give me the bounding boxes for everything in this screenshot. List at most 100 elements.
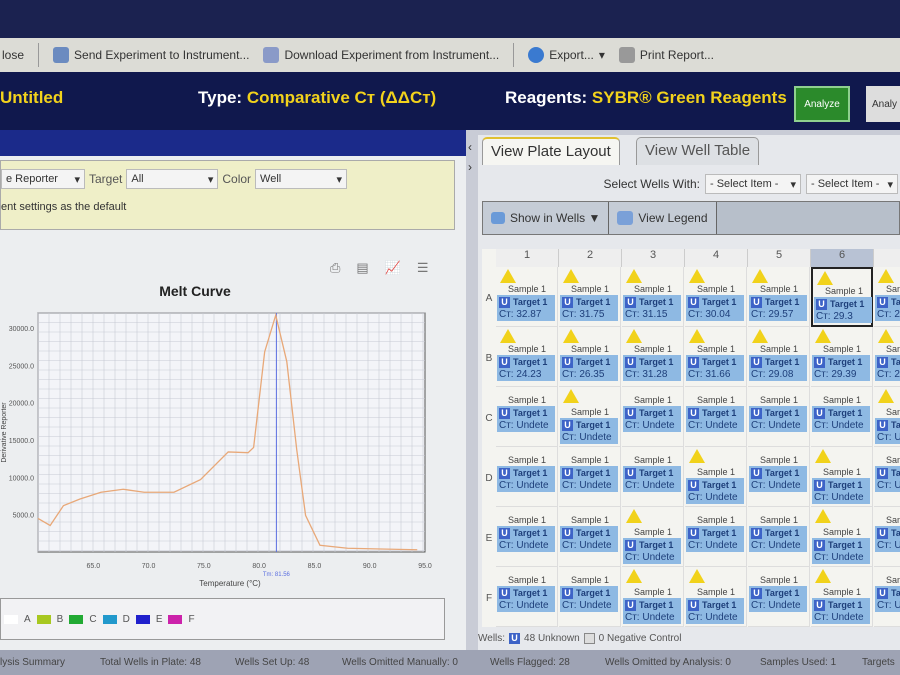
- sample-name: Sample 1: [885, 407, 900, 417]
- ct-value: Cт: 26.35: [562, 369, 605, 380]
- well[interactable]: Sample 1 UTarget 1 Cт: Undete: [559, 567, 621, 627]
- legend-label: F: [188, 613, 195, 625]
- export-label: Export...: [549, 48, 594, 62]
- export-button[interactable]: Export... ▾: [528, 47, 605, 63]
- print-report-button[interactable]: Print Report...: [618, 47, 714, 63]
- column-header[interactable]: 3: [622, 249, 685, 267]
- send-experiment-button[interactable]: Send Experiment to Instrument...: [53, 47, 249, 63]
- well[interactable]: Sample 1 UTarget 1 Cт: Undete: [874, 507, 900, 567]
- well[interactable]: Sample 1 U Target 1 Cт: 31.75: [559, 267, 621, 327]
- sample-name: Sample 1: [696, 344, 736, 354]
- negative-count: 0 Negative Control: [598, 633, 682, 644]
- row-header[interactable]: D: [482, 473, 496, 484]
- well[interactable]: Sample 1 UTarget 1 Cт: Undete: [622, 447, 684, 507]
- well[interactable]: Sample 1 UTarget 1 Cт: Undete: [496, 507, 558, 567]
- well[interactable]: Sample 1 UTarget 1 Cт: 29.4: [874, 327, 900, 387]
- unknown-task-icon: U: [625, 357, 636, 368]
- expand-right-icon[interactable]: ›: [468, 160, 472, 174]
- column-header[interactable]: 7: [874, 249, 900, 267]
- dropdown-arrow-icon[interactable]: ▾: [599, 48, 605, 62]
- column-header[interactable]: 5: [748, 249, 811, 267]
- well[interactable]: Sample 1 UTarget 1 Cт: Undete: [811, 507, 873, 567]
- analyze-button[interactable]: Analyze: [794, 86, 850, 122]
- save-default-link[interactable]: ent settings as the default: [1, 201, 454, 213]
- target-name: Target 1: [513, 468, 548, 478]
- row-header[interactable]: F: [482, 593, 496, 604]
- well[interactable]: Sample 1 UTarget 1 Cт: Undete: [622, 387, 684, 447]
- well[interactable]: Sample 1 UTarget 1 Cт: Undete: [748, 387, 810, 447]
- column-header[interactable]: 1: [496, 249, 559, 267]
- well[interactable]: Sample 1 U Target 1 Cт: 24.23: [496, 327, 558, 387]
- well[interactable]: Sample 1 U Target 1 Cт: 31.15: [622, 267, 684, 327]
- select-wells-row: Select Wells With: - Select Item - ▾ - Se…: [478, 169, 900, 199]
- well[interactable]: Sample 1 UTarget 1 Cт: Undete: [811, 387, 873, 447]
- well[interactable]: Sample 1 UTarget 1 Cт: Undete: [559, 507, 621, 567]
- well[interactable]: Sample 1 UTarget 1 Cт: Undete: [496, 387, 558, 447]
- target-select[interactable]: All ▾: [126, 169, 219, 189]
- sample-name: Sample 1: [570, 575, 610, 585]
- column-header[interactable]: 6: [811, 249, 874, 267]
- well[interactable]: Sample 1 UTarget 1 Cт: Undete: [874, 387, 900, 447]
- well[interactable]: Sample 1 U Target 1 Cт: 31.28: [622, 327, 684, 387]
- row-header[interactable]: C: [482, 413, 496, 424]
- target-name: Target 1: [828, 408, 863, 418]
- ct-value: Cт: 29.57: [751, 309, 794, 320]
- well[interactable]: Sample 1 U Target 1 Cт: 29.3: [811, 267, 873, 327]
- unknown-task-icon: U: [688, 528, 699, 539]
- well[interactable]: Sample 1 U Target 1 Cт: 29.08: [748, 327, 810, 387]
- well[interactable]: Sample 1 U Target 1 Cт: 32.87: [496, 267, 558, 327]
- well[interactable]: Sample 1 U Target 1 Cт: 31.66: [685, 327, 747, 387]
- well[interactable]: Sample 1 UTarget 1 Cт: Undete: [685, 387, 747, 447]
- download-experiment-button[interactable]: Download Experiment from Instrument...: [263, 47, 499, 63]
- analysis-settings-button[interactable]: Analy: [866, 86, 900, 122]
- warning-flag-icon: [626, 569, 642, 583]
- well[interactable]: Sample 1 UTarget 1 Cт: Undete: [811, 447, 873, 507]
- sample-name: Sample 1: [507, 344, 547, 354]
- well[interactable]: Sample 1 U Target 1 Cт: 26.35: [559, 327, 621, 387]
- well[interactable]: Sample 1 UTarget 1 Cт: Undete: [496, 447, 558, 507]
- column-header[interactable]: 4: [685, 249, 748, 267]
- select-wells-label: Select Wells With:: [603, 177, 700, 191]
- well[interactable]: Sample 1 UTarget 1 Cт: Undete: [748, 447, 810, 507]
- well[interactable]: Sample 1 UTarget 1 Cт: Undete: [748, 567, 810, 627]
- show-in-wells-button[interactable]: Show in Wells ▼: [483, 202, 610, 234]
- sample-name: Sample 1: [633, 344, 673, 354]
- well[interactable]: Sample 1 UTarget 1 Cт: Undete: [496, 567, 558, 627]
- collapse-left-icon[interactable]: ‹: [468, 140, 472, 154]
- well-target-box: U Target 1 Cт: 29.39: [812, 355, 870, 381]
- well[interactable]: Sample 1 U Target 1 Cт: 30.04: [685, 267, 747, 327]
- print-label: Print Report...: [639, 48, 714, 62]
- well[interactable]: Sample 1 UTarget 1 Cт: Undete: [622, 507, 684, 567]
- sample-name: Sample 1: [824, 286, 864, 296]
- well[interactable]: Sample 1 UTarget 1 Cт: Undete: [685, 507, 747, 567]
- well[interactable]: Sample 1 UTarget 1 Cт: Undete: [685, 447, 747, 507]
- chevron-down-icon: ▾: [74, 173, 80, 186]
- well[interactable]: Sample 1 UTarget 1 Cт: Undete: [811, 567, 873, 627]
- plot-type-select[interactable]: e Reporter ▾: [1, 169, 85, 189]
- well[interactable]: Sample 1 U Target 1 Cт: 29.57: [748, 267, 810, 327]
- select-item-1[interactable]: - Select Item - ▾: [705, 174, 801, 194]
- well[interactable]: Sample 1 UTarget 1 Cт: Undete: [559, 447, 621, 507]
- unknown-task-icon: U: [499, 528, 510, 539]
- sample-name: Sample 1: [822, 395, 862, 405]
- color-select[interactable]: Well ▾: [255, 169, 348, 189]
- well[interactable]: Sample 1 UTarget 1 Cт: Undete: [622, 567, 684, 627]
- well[interactable]: Sample 1 U Target 1 Cт: 29.39: [811, 327, 873, 387]
- well[interactable]: Sample 1 UTarget 1 Cт: Undete: [559, 387, 621, 447]
- select-item-2[interactable]: - Select Item - ▾: [806, 174, 898, 194]
- well[interactable]: Sample 1 UTarget 1 Cт: 2: [874, 267, 900, 327]
- view-legend-button[interactable]: View Legend: [609, 202, 717, 234]
- row-header[interactable]: A: [482, 293, 496, 304]
- plot-type-value: e Reporter: [6, 173, 58, 185]
- row-header[interactable]: E: [482, 533, 496, 544]
- close-button[interactable]: lose: [2, 48, 24, 62]
- tab-view-well-table[interactable]: View Well Table: [636, 137, 760, 165]
- tab-view-plate-layout[interactable]: View Plate Layout: [482, 137, 620, 165]
- well[interactable]: Sample 1 UTarget 1 Cт: Undete: [874, 447, 900, 507]
- well[interactable]: Sample 1 UTarget 1 Cт: Undete: [874, 567, 900, 627]
- unknown-task-icon: U: [625, 408, 636, 419]
- row-header[interactable]: B: [482, 353, 496, 364]
- well[interactable]: Sample 1 UTarget 1 Cт: Undete: [685, 567, 747, 627]
- column-header[interactable]: 2: [559, 249, 622, 267]
- well[interactable]: Sample 1 UTarget 1 Cт: Undete: [748, 507, 810, 567]
